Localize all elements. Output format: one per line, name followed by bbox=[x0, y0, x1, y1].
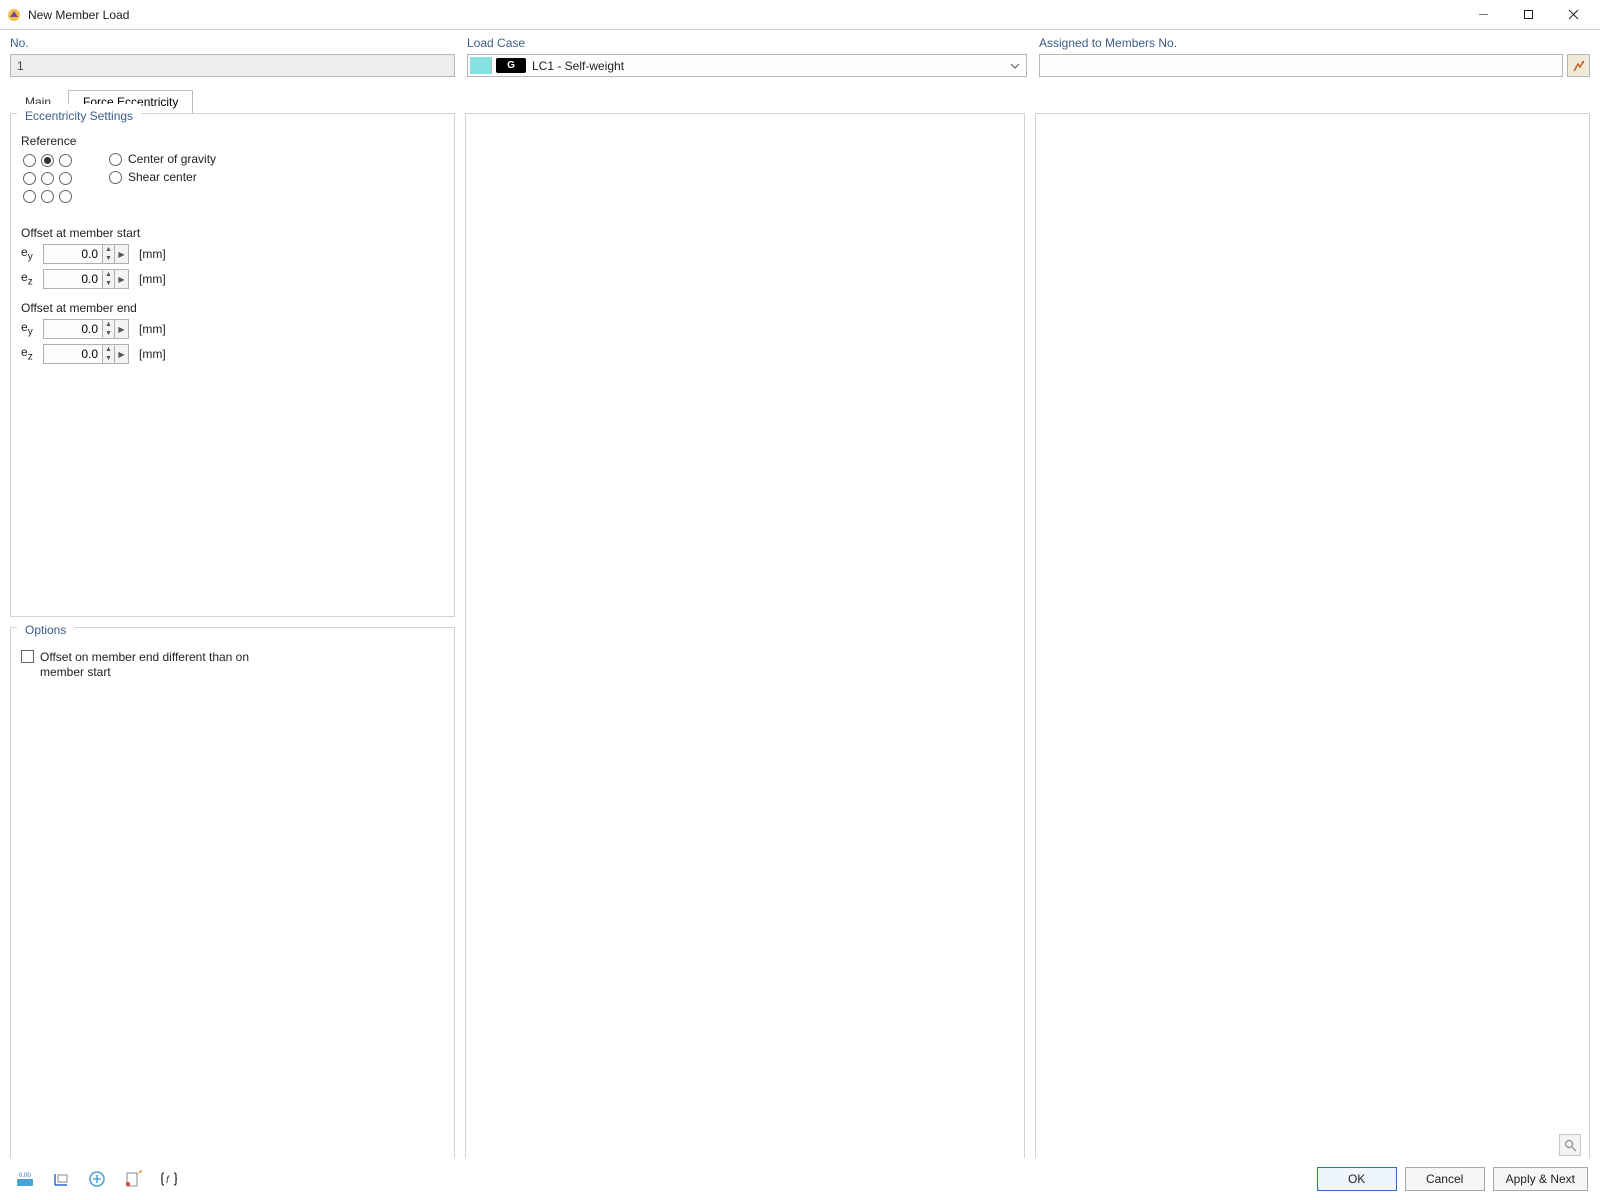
panels: Eccentricity Settings Reference bbox=[10, 113, 1590, 1165]
ez-start-more[interactable]: ▶ bbox=[115, 269, 129, 289]
options-text: Offset on member end different than on m… bbox=[40, 650, 250, 680]
tab-strip: Main Force Eccentricity bbox=[10, 90, 1590, 114]
right-column bbox=[1035, 113, 1590, 1165]
ey-end-more[interactable]: ▶ bbox=[115, 319, 129, 339]
load-case-color bbox=[470, 57, 492, 74]
ref-radio-7[interactable] bbox=[41, 190, 54, 203]
load-case-label: Load Case bbox=[467, 36, 1027, 50]
ey-end-stepper[interactable]: ▲▼ bbox=[103, 319, 115, 339]
left-column: Eccentricity Settings Reference bbox=[10, 113, 455, 1165]
ref-shear-label: Shear center bbox=[128, 170, 197, 184]
minimize-button[interactable] bbox=[1461, 1, 1506, 29]
ref-cog-row[interactable]: Center of gravity bbox=[109, 152, 216, 166]
ey-end-unit: [mm] bbox=[139, 322, 166, 336]
options-row[interactable]: Offset on member end different than on m… bbox=[21, 650, 444, 680]
ez-start-row: ez ▲▼ ▶ [mm] bbox=[21, 269, 444, 289]
ey-start-unit: [mm] bbox=[139, 247, 166, 261]
ey-start-row: ey ▲▼ ▶ [mm] bbox=[21, 244, 444, 264]
ez-end-more[interactable]: ▶ bbox=[115, 344, 129, 364]
ez-start-spinner[interactable]: ▲▼ ▶ bbox=[43, 269, 129, 289]
ez-end-label: ez bbox=[21, 345, 39, 362]
close-button[interactable] bbox=[1551, 1, 1596, 29]
preview-card bbox=[1035, 113, 1590, 1165]
ref-cog-label: Center of gravity bbox=[128, 152, 216, 166]
offset-end-label: Offset at member end bbox=[21, 301, 444, 315]
svg-text:0.00: 0.00 bbox=[19, 1173, 31, 1179]
load-case-value: LC1 - Self-weight bbox=[532, 59, 624, 73]
toolbar-units-icon[interactable]: 0.00 bbox=[12, 1166, 38, 1192]
reference-label: Reference bbox=[21, 134, 444, 148]
no-field: 1 bbox=[10, 54, 455, 77]
ey-start-input[interactable] bbox=[43, 244, 103, 264]
ey-end-spinner[interactable]: ▲▼ ▶ bbox=[43, 319, 129, 339]
ez-end-row: ez ▲▼ ▶ [mm] bbox=[21, 344, 444, 364]
ref-radio-8[interactable] bbox=[59, 190, 72, 203]
ey-start-stepper[interactable]: ▲▼ bbox=[103, 244, 115, 264]
ey-label: ey bbox=[21, 245, 39, 262]
load-case-field[interactable]: G LC1 - Self-weight bbox=[467, 54, 1027, 77]
ref-cog-radio[interactable] bbox=[109, 153, 122, 166]
load-case-badge: G bbox=[496, 58, 526, 73]
ref-radio-1[interactable] bbox=[41, 154, 54, 167]
svg-text:f: f bbox=[166, 1175, 170, 1186]
ref-shear-radio[interactable] bbox=[109, 171, 122, 184]
ref-radio-6[interactable] bbox=[23, 190, 36, 203]
toolbar-new-icon[interactable] bbox=[120, 1166, 146, 1192]
apply-next-button[interactable]: Apply & Next bbox=[1493, 1167, 1588, 1191]
pick-members-button[interactable] bbox=[1567, 54, 1590, 77]
ez-end-spinner[interactable]: ▲▼ ▶ bbox=[43, 344, 129, 364]
ref-radio-3[interactable] bbox=[23, 172, 36, 185]
footer: 0.00 f OK Cancel Apply & Next bbox=[0, 1158, 1600, 1200]
assigned-members-field[interactable] bbox=[1039, 54, 1563, 77]
ez-start-input[interactable] bbox=[43, 269, 103, 289]
preview-zoom-button[interactable] bbox=[1559, 1134, 1581, 1156]
ez-label: ez bbox=[21, 270, 39, 287]
ez-end-unit: [mm] bbox=[139, 347, 166, 361]
ey-start-spinner[interactable]: ▲▼ ▶ bbox=[43, 244, 129, 264]
ey-end-input[interactable] bbox=[43, 319, 103, 339]
no-value: 1 bbox=[17, 59, 24, 73]
title-bar: New Member Load bbox=[0, 0, 1600, 30]
ey-start-more[interactable]: ▶ bbox=[115, 244, 129, 264]
chevron-down-icon bbox=[1008, 59, 1022, 73]
app-icon bbox=[6, 7, 22, 23]
eccentricity-card: Eccentricity Settings Reference bbox=[10, 113, 455, 617]
toolbar-coord-icon[interactable] bbox=[48, 1166, 74, 1192]
footer-buttons: OK Cancel Apply & Next bbox=[1317, 1167, 1588, 1191]
reference-grid bbox=[21, 152, 75, 206]
no-label: No. bbox=[10, 36, 455, 50]
reference-right: Center of gravity Shear center bbox=[109, 152, 216, 184]
ez-end-input[interactable] bbox=[43, 344, 103, 364]
toolbar-assign-icon[interactable] bbox=[84, 1166, 110, 1192]
ref-radio-2[interactable] bbox=[59, 154, 72, 167]
ey-end-row: ey ▲▼ ▶ [mm] bbox=[21, 319, 444, 339]
cancel-button[interactable]: Cancel bbox=[1405, 1167, 1485, 1191]
ez-end-stepper[interactable]: ▲▼ bbox=[103, 344, 115, 364]
ez-start-stepper[interactable]: ▲▼ bbox=[103, 269, 115, 289]
middle-column bbox=[465, 113, 1025, 1165]
assigned-members-group: Assigned to Members No. bbox=[1039, 36, 1590, 77]
middle-card bbox=[465, 113, 1025, 1165]
maximize-button[interactable] bbox=[1506, 1, 1551, 29]
ref-radio-0[interactable] bbox=[23, 154, 36, 167]
offset-start-label: Offset at member start bbox=[21, 226, 444, 240]
top-row: No. 1 Load Case G LC1 - Self-weight Assi… bbox=[0, 30, 1600, 81]
reference-block: Center of gravity Shear center bbox=[21, 152, 444, 206]
eccentricity-header: Eccentricity Settings bbox=[17, 104, 141, 126]
ref-radio-4[interactable] bbox=[41, 172, 54, 185]
load-case-group: Load Case G LC1 - Self-weight bbox=[467, 36, 1027, 77]
window-title: New Member Load bbox=[28, 8, 1461, 22]
ref-radio-5[interactable] bbox=[59, 172, 72, 185]
no-group: No. 1 bbox=[10, 36, 455, 77]
ok-button[interactable]: OK bbox=[1317, 1167, 1397, 1191]
options-checkbox[interactable] bbox=[21, 650, 34, 663]
assigned-members-label: Assigned to Members No. bbox=[1039, 36, 1590, 50]
options-card: Options Offset on member end different t… bbox=[10, 627, 455, 1165]
ey-end-label: ey bbox=[21, 320, 39, 337]
options-header: Options bbox=[17, 618, 74, 640]
footer-toolbar: 0.00 f bbox=[12, 1166, 182, 1192]
ez-start-unit: [mm] bbox=[139, 272, 166, 286]
ref-shear-row[interactable]: Shear center bbox=[109, 170, 216, 184]
toolbar-script-icon[interactable]: f bbox=[156, 1166, 182, 1192]
